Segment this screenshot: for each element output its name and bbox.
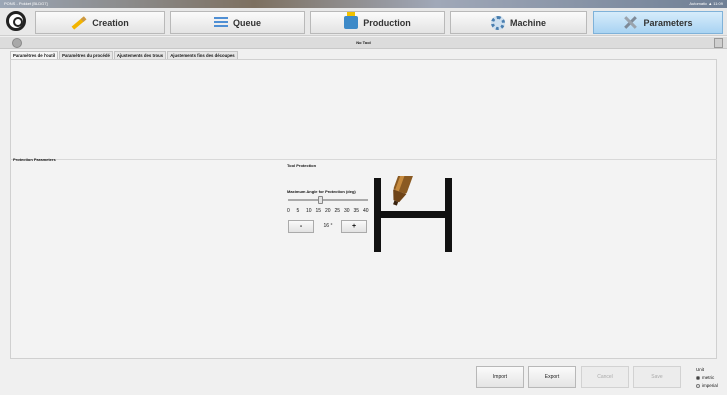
tick-label: 0 (287, 208, 290, 214)
app-logo-icon[interactable] (6, 11, 26, 31)
export-button[interactable]: Export (528, 366, 576, 388)
slider-tick-labels: 0 5 10 15 20 25 30 35 40 (287, 208, 373, 214)
unit-imperial-option[interactable]: imperial (696, 382, 718, 390)
tool-protection-heading: Tool Protection (287, 163, 317, 168)
unit-label: Unit (696, 367, 705, 372)
cancel-button[interactable]: Cancel (581, 366, 629, 388)
unit-metric-option[interactable]: metric (696, 374, 718, 382)
gear-icon (490, 15, 505, 30)
protection-parameters-heading: Protection Parameters (13, 157, 56, 162)
nav-creation-button[interactable]: Creation (35, 11, 165, 34)
tick-label: 15 (315, 208, 322, 214)
window-title: PONS - Pokket [BLDG7] (4, 1, 48, 6)
tick-label: 5 (296, 208, 300, 214)
system-tray-text: Automatic ▲ 11:09 (689, 1, 723, 6)
beam-left-flange (374, 178, 381, 252)
wrench-icon (623, 15, 638, 30)
beam-right-flange (445, 178, 452, 252)
tick-label: 35 (353, 208, 360, 214)
nav-machine-button[interactable]: Machine (450, 11, 587, 34)
imperial-radio[interactable] (696, 383, 700, 388)
metric-radio[interactable] (696, 375, 700, 380)
main-nav-bar: Creation Queue Production Machine Parame… (0, 8, 727, 36)
save-button[interactable]: Save (633, 366, 681, 388)
tick-label: 30 (344, 208, 350, 214)
slider-track (288, 199, 368, 201)
metric-label: metric (702, 375, 715, 380)
current-tool-title: No Tool (356, 40, 371, 45)
nav-parameters-label: Parameters (643, 17, 693, 28)
nav-production-label: Production (363, 17, 411, 28)
max-angle-label: Maximum Angle for Protection (deg) (287, 189, 356, 194)
nav-creation-label: Creation (92, 17, 129, 28)
pencil-icon (71, 15, 87, 30)
torch-icon (393, 176, 414, 206)
production-icon (344, 12, 359, 29)
nav-queue-label: Queue (232, 17, 261, 28)
beam-torch-illustration (374, 176, 452, 252)
tick-label: 20 (325, 208, 331, 214)
nav-machine-label: Machine (509, 17, 546, 28)
status-sub-bar: No Tool (0, 37, 727, 49)
increase-angle-button[interactable]: + (341, 220, 367, 233)
decrease-angle-button[interactable]: - (288, 220, 314, 233)
section-divider (10, 159, 717, 160)
unit-selector: Unit metric imperial (696, 366, 718, 390)
menu-icon[interactable] (714, 38, 723, 48)
nav-parameters-button[interactable]: Parameters (593, 11, 723, 34)
angle-value: 16 ° (323, 223, 333, 229)
window-title-bar: PONS - Pokket [BLDG7] Automatic ▲ 11:09 (0, 0, 727, 8)
imperial-label: imperial (702, 383, 718, 388)
nav-queue-button[interactable]: Queue (170, 11, 305, 34)
max-angle-slider[interactable] (288, 196, 368, 204)
beam-web (381, 211, 445, 218)
import-button[interactable]: Import (476, 366, 524, 388)
tick-label: 10 (306, 208, 312, 214)
slider-thumb[interactable] (318, 196, 324, 204)
list-icon (213, 16, 228, 29)
tick-label: 25 (334, 208, 341, 214)
nav-production-button[interactable]: Production (310, 11, 445, 34)
